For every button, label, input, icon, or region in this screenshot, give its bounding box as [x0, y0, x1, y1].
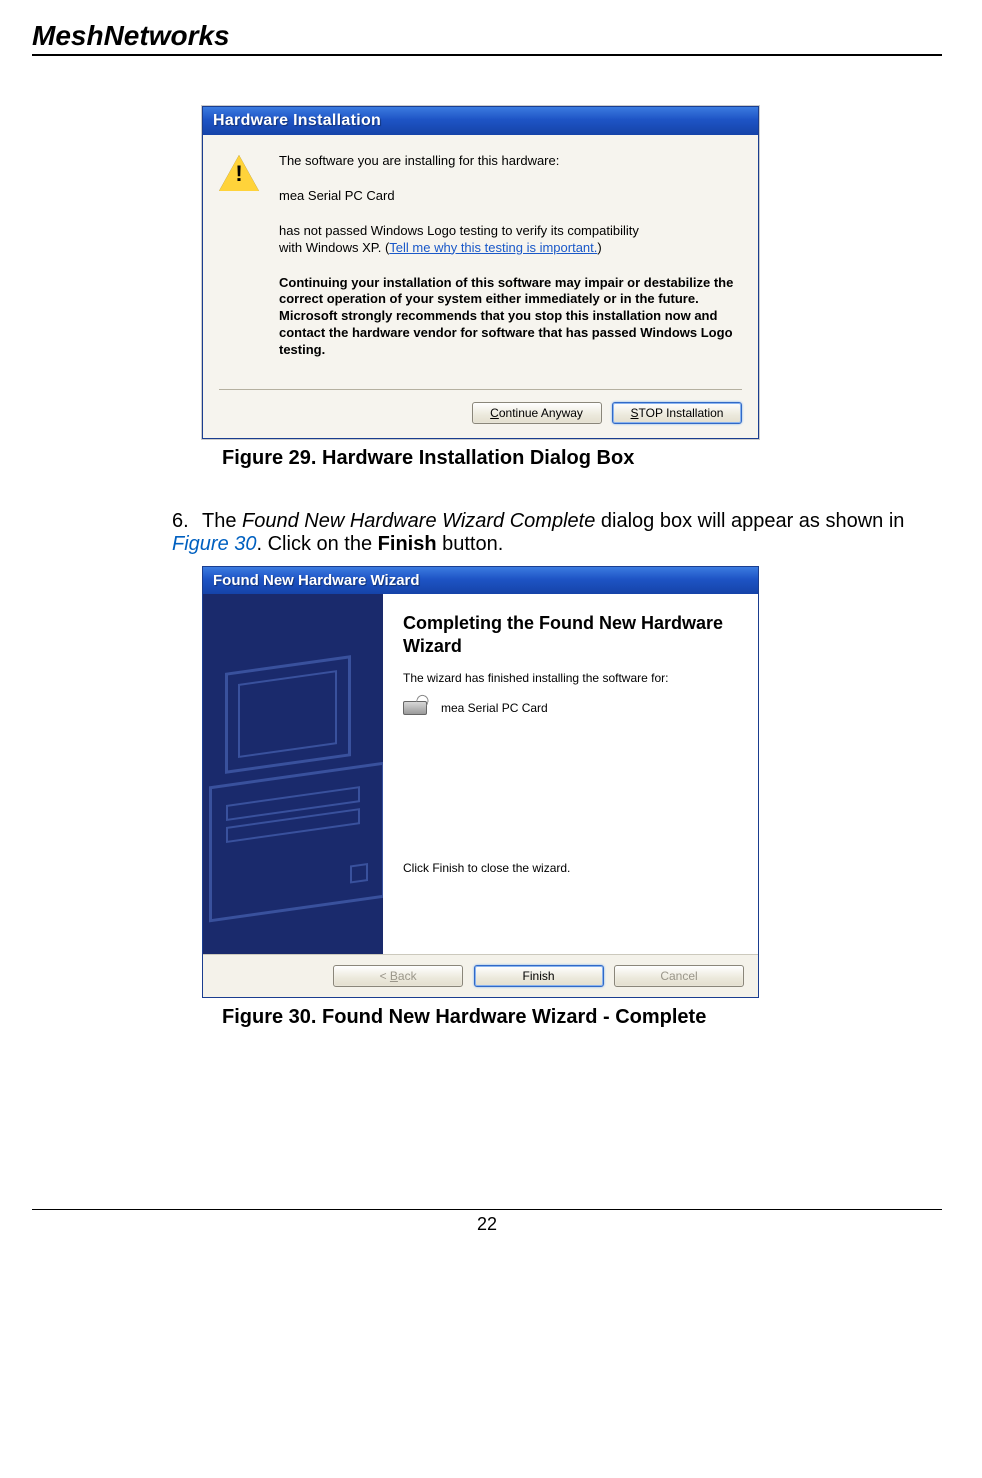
serial-port-icon: [403, 695, 431, 721]
finish-hint: Click Finish to close the wizard.: [403, 861, 740, 875]
warning-icon: !: [219, 155, 259, 193]
tell-me-why-link[interactable]: Tell me why this testing is important.: [389, 240, 597, 255]
dialog-text-line1: The software you are installing for this…: [279, 153, 740, 170]
document-header: MeshNetworks: [32, 20, 942, 56]
dialog-text-line2: has not passed Windows Logo testing to v…: [279, 223, 740, 257]
wizard-heading: Completing the Found New Hardware Wizard: [403, 612, 740, 657]
wizard-subtext: The wizard has finished installing the s…: [403, 671, 740, 685]
cancel-button: Cancel: [614, 965, 744, 987]
step-6-text: 6.The Found New Hardware Wizard Complete…: [172, 510, 912, 556]
finish-button[interactable]: Finish: [474, 965, 604, 987]
wizard-side-graphic: [203, 594, 383, 954]
dialog-title: Hardware Installation: [203, 107, 758, 135]
hardware-name: mea Serial PC Card: [279, 188, 740, 205]
stop-installation-button[interactable]: STOP Installation: [612, 402, 742, 424]
page-number: 22: [32, 1209, 942, 1235]
figure-29-caption: Figure 29. Hardware Installation Dialog …: [222, 447, 942, 470]
dialog-warning-bold-text: Continuing your installation of this sof…: [279, 275, 740, 359]
figure-30-reference-link[interactable]: Figure 30: [172, 533, 257, 555]
continue-anyway-button[interactable]: Continue Anyway: [472, 402, 602, 424]
hardware-installation-dialog: Hardware Installation ! The software you…: [202, 106, 759, 439]
back-button: < Back: [333, 965, 463, 987]
dialog-title: Found New Hardware Wizard: [203, 567, 758, 594]
found-new-hardware-wizard-dialog: Found New Hardware Wizard Completing the…: [202, 566, 759, 998]
figure-30-caption: Figure 30. Found New Hardware Wizard - C…: [222, 1006, 942, 1029]
hardware-name: mea Serial PC Card: [441, 701, 548, 715]
